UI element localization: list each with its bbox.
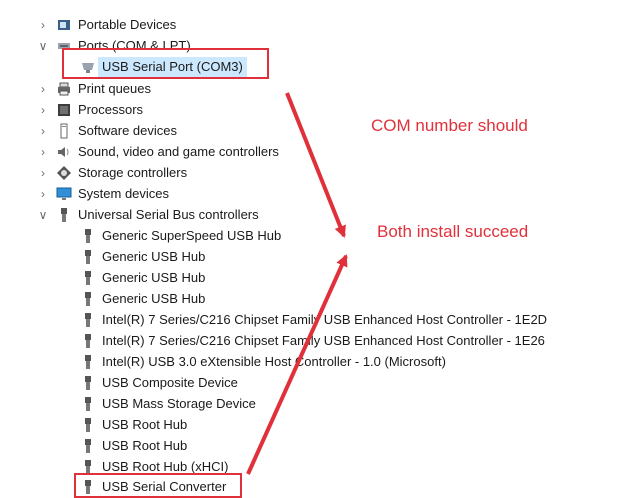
usb-icon [80, 375, 96, 391]
usb-device-item[interactable]: Intel(R) 7 Series/C216 Chipset Family US… [80, 331, 545, 351]
storage-controller-icon [56, 165, 72, 181]
speaker-icon [56, 144, 72, 160]
tree-item-label: Software devices [78, 123, 177, 138]
tree-item-label: System devices [78, 186, 170, 201]
chevron-right-icon[interactable]: › [36, 121, 50, 141]
tree-item-software-devices[interactable]: › Software devices [36, 121, 177, 141]
processor-icon [56, 102, 72, 118]
tree-item-label: Universal Serial Bus controllers [78, 207, 259, 222]
chevron-right-icon[interactable]: › [36, 15, 50, 35]
usb-device-label: USB Root Hub [102, 417, 188, 432]
software-device-icon [56, 123, 72, 139]
chevron-right-icon[interactable]: › [36, 100, 50, 120]
usb-device-item[interactable]: Generic SuperSpeed USB Hub [80, 226, 281, 246]
usb-icon [80, 270, 96, 286]
usb-device-item[interactable]: Generic USB Hub [80, 289, 205, 309]
chevron-down-icon[interactable]: ∨ [36, 36, 50, 56]
usb-device-label: Generic USB Hub [102, 249, 206, 264]
chevron-right-icon[interactable]: › [36, 163, 50, 183]
usb-icon [80, 291, 96, 307]
usb-device-label: Generic USB Hub [102, 270, 206, 285]
tree-item-storage[interactable]: › Storage controllers [36, 163, 187, 183]
usb-icon [80, 417, 96, 433]
usb-icon [80, 438, 96, 454]
portable-device-icon [56, 17, 72, 33]
usb-device-item[interactable]: Intel(R) 7 Series/C216 Chipset Family US… [80, 310, 547, 330]
tree-item-label: Sound, video and game controllers [78, 144, 279, 159]
usb-device-item[interactable]: Generic USB Hub [80, 247, 205, 267]
printer-icon [56, 81, 72, 97]
usb-device-label: USB Mass Storage Device [102, 396, 256, 411]
tree-item-label: Portable Devices [78, 17, 177, 32]
chevron-right-icon[interactable]: › [36, 142, 50, 162]
tree-item-label: Processors [78, 102, 144, 117]
highlight-box-serial-converter [74, 473, 242, 498]
usb-icon [80, 333, 96, 349]
highlight-box-com-port [62, 48, 269, 79]
usb-device-item[interactable]: USB Root Hub [80, 436, 187, 456]
tree-item-label: Print queues [78, 81, 151, 96]
usb-device-label: Generic SuperSpeed USB Hub [102, 228, 282, 243]
tree-item-label: Storage controllers [78, 165, 188, 180]
usb-device-item[interactable]: USB Mass Storage Device [80, 394, 256, 414]
tree-item-sound[interactable]: › Sound, video and game controllers [36, 142, 279, 162]
usb-device-item[interactable]: USB Root Hub [80, 415, 187, 435]
usb-device-label: USB Root Hub [102, 438, 188, 453]
usb-icon [80, 312, 96, 328]
usb-device-item[interactable]: Intel(R) USB 3.0 eXtensible Host Control… [80, 352, 446, 372]
chevron-down-icon[interactable]: ∨ [36, 205, 50, 225]
chevron-right-icon[interactable]: › [36, 79, 50, 99]
usb-icon [56, 207, 72, 223]
usb-icon [80, 228, 96, 244]
usb-device-item[interactable]: Generic USB Hub [80, 268, 205, 288]
usb-icon [80, 249, 96, 265]
monitor-icon [56, 186, 72, 202]
usb-icon [80, 354, 96, 370]
usb-device-item[interactable]: USB Composite Device [80, 373, 238, 393]
usb-device-label: Intel(R) USB 3.0 eXtensible Host Control… [102, 354, 446, 369]
usb-device-label: Intel(R) 7 Series/C216 Chipset Family US… [102, 333, 545, 348]
usb-icon [80, 396, 96, 412]
tree-item-portable-devices[interactable]: › Portable Devices [36, 15, 176, 35]
usb-device-label: USB Composite Device [102, 375, 238, 390]
annotation-note-install-succeed: Both install succeed [377, 222, 529, 241]
tree-item-processors[interactable]: › Processors [36, 100, 143, 120]
usb-device-label: Generic USB Hub [102, 291, 206, 306]
usb-device-label: Intel(R) 7 Series/C216 Chipset Family US… [102, 312, 548, 327]
annotation-note-com-number: COM number should [371, 116, 528, 135]
tree-item-usb-controllers[interactable]: ∨ Universal Serial Bus controllers [36, 205, 259, 225]
chevron-right-icon[interactable]: › [36, 184, 50, 204]
tree-item-system-devices[interactable]: › System devices [36, 184, 169, 204]
tree-item-print-queues[interactable]: › Print queues [36, 79, 151, 99]
